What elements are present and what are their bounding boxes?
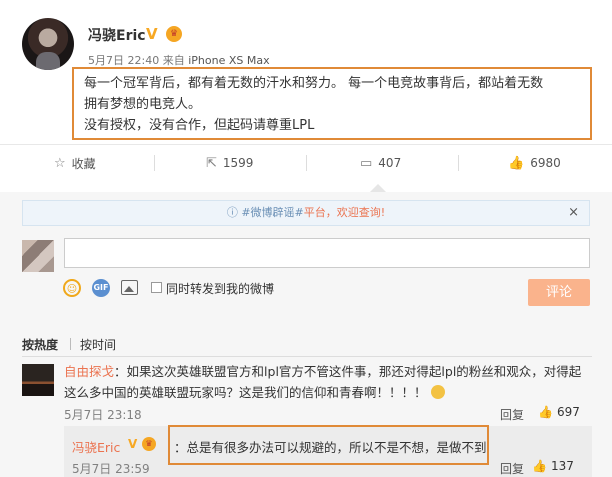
divider [306, 155, 307, 171]
sort-by-hot-tab[interactable]: 按热度 [22, 336, 58, 353]
emoji-icon[interactable]: ☺ [63, 279, 81, 297]
comment-like-count: 697 [556, 405, 580, 419]
crying-emoji-icon [430, 385, 445, 399]
divider [22, 356, 592, 357]
comment-button[interactable]: ▭ 407 [360, 153, 401, 173]
post-meta: 5月7日 22:40 来自 iPhone XS Max [88, 52, 270, 68]
comment-like-button[interactable]: 👍 697 [538, 405, 580, 419]
sub-reply-author[interactable]: 冯骁Eric [72, 437, 120, 456]
sub-reply-time: 5月7日 23:59 [72, 462, 150, 476]
post-line: 每一个冠军背后，都有着无数的汗水和努力。 每一个电竞故事背后，都站着无数 [84, 76, 544, 91]
reply-button[interactable]: 回复 [500, 460, 524, 477]
author-name[interactable]: 冯骁Eric [88, 25, 146, 45]
thumbs-up-icon: 👍 [538, 405, 553, 419]
comment-separator: ： [114, 364, 127, 379]
favorite-button[interactable]: ☆ 收藏 [54, 153, 96, 173]
share-icon: ⇱ [206, 155, 217, 171]
info-icon: ⓘ [226, 206, 238, 219]
comment-text: 自由探戈：如果这次英雄联盟官方和lpl官方不管这件事，那还对得起lpl的粉丝和观… [64, 361, 594, 403]
author-avatar[interactable] [22, 18, 74, 70]
comment-icon: ▭ [360, 155, 373, 171]
repost-checkbox-label[interactable]: 同时转发到我的微博 [166, 280, 274, 297]
my-avatar [22, 240, 54, 272]
comment-input[interactable] [64, 238, 590, 268]
post-time[interactable]: 5月7日 22:40 [88, 54, 159, 67]
repost-count: 1599 [222, 156, 254, 170]
favorite-label: 收藏 [71, 156, 96, 171]
commenter-name[interactable]: 自由探戈 [64, 364, 114, 379]
notice-hashtag[interactable]: #微博辟谣# [241, 206, 303, 219]
comment-body-line2: 这么多中国的英雄联盟玩家吗？这是我们的信仰和青春啊！！！！ [64, 385, 427, 400]
post-line: 没有授权，没有合作，但起码请尊重LPL [84, 118, 315, 133]
crown-icon: ♛ [166, 26, 182, 42]
divider [154, 155, 155, 171]
sub-reply-separator: ： [174, 440, 187, 455]
sort-by-time-tab[interactable]: 按时间 [80, 336, 116, 353]
comment-body-line1: 如果这次英雄联盟官方和lpl官方不管这件事，那还对得起lpl的粉丝和观众，对得起 [126, 364, 582, 379]
rumor-notice-banner[interactable]: ⓘ #微博辟谣#平台，欢迎查询! × [22, 200, 590, 226]
repost-checkbox[interactable] [151, 282, 162, 293]
thumbs-up-icon: 👍 [532, 459, 547, 473]
gif-icon[interactable]: GIF [92, 279, 110, 297]
comment-time: 5月7日 23:18 [64, 408, 142, 422]
post-device: iPhone XS Max [188, 54, 270, 67]
submit-comment-button[interactable]: 评论 [528, 279, 590, 306]
thumbs-up-icon: 👍 [508, 155, 525, 171]
verified-badge-icon: V [146, 25, 158, 43]
divider [458, 155, 459, 171]
crown-icon: ♛ [142, 437, 156, 451]
divider [0, 144, 612, 145]
close-icon[interactable]: × [568, 201, 579, 225]
comment-count: 407 [378, 156, 402, 170]
sub-reply-like-button[interactable]: 👍 137 [532, 459, 574, 473]
reply-button[interactable]: 回复 [500, 406, 524, 423]
source-prefix: 来自 [162, 54, 185, 67]
repost-button[interactable]: ⇱ 1599 [206, 153, 253, 173]
commenter-avatar[interactable] [22, 364, 54, 396]
sub-reply-body: 总是有很多办法可以规避的，所以不是不想，是做不到 [186, 440, 487, 455]
post-line: 拥有梦想的电竞人。 [84, 97, 202, 112]
sub-reply-text: ：总是有很多办法可以规避的，所以不是不想，是做不到 [174, 437, 487, 456]
like-count: 6980 [530, 156, 561, 170]
weibo-post-card: 冯骁Eric V ♛ 5月7日 22:40 来自 iPhone XS Max 每… [0, 0, 612, 477]
post-text: 每一个冠军背后，都有着无数的汗水和努力。 每一个电竞故事背后，都站着无数 拥有梦… [84, 73, 584, 136]
verified-badge-icon: V [128, 437, 138, 451]
divider [70, 338, 71, 350]
notice-text: 平台，欢迎查询! [303, 206, 386, 219]
star-icon: ☆ [54, 155, 66, 171]
like-button[interactable]: 👍 6980 [508, 153, 561, 173]
comment-pointer [370, 184, 386, 192]
image-icon[interactable] [121, 280, 138, 295]
sub-reply-like-count: 137 [550, 459, 574, 473]
